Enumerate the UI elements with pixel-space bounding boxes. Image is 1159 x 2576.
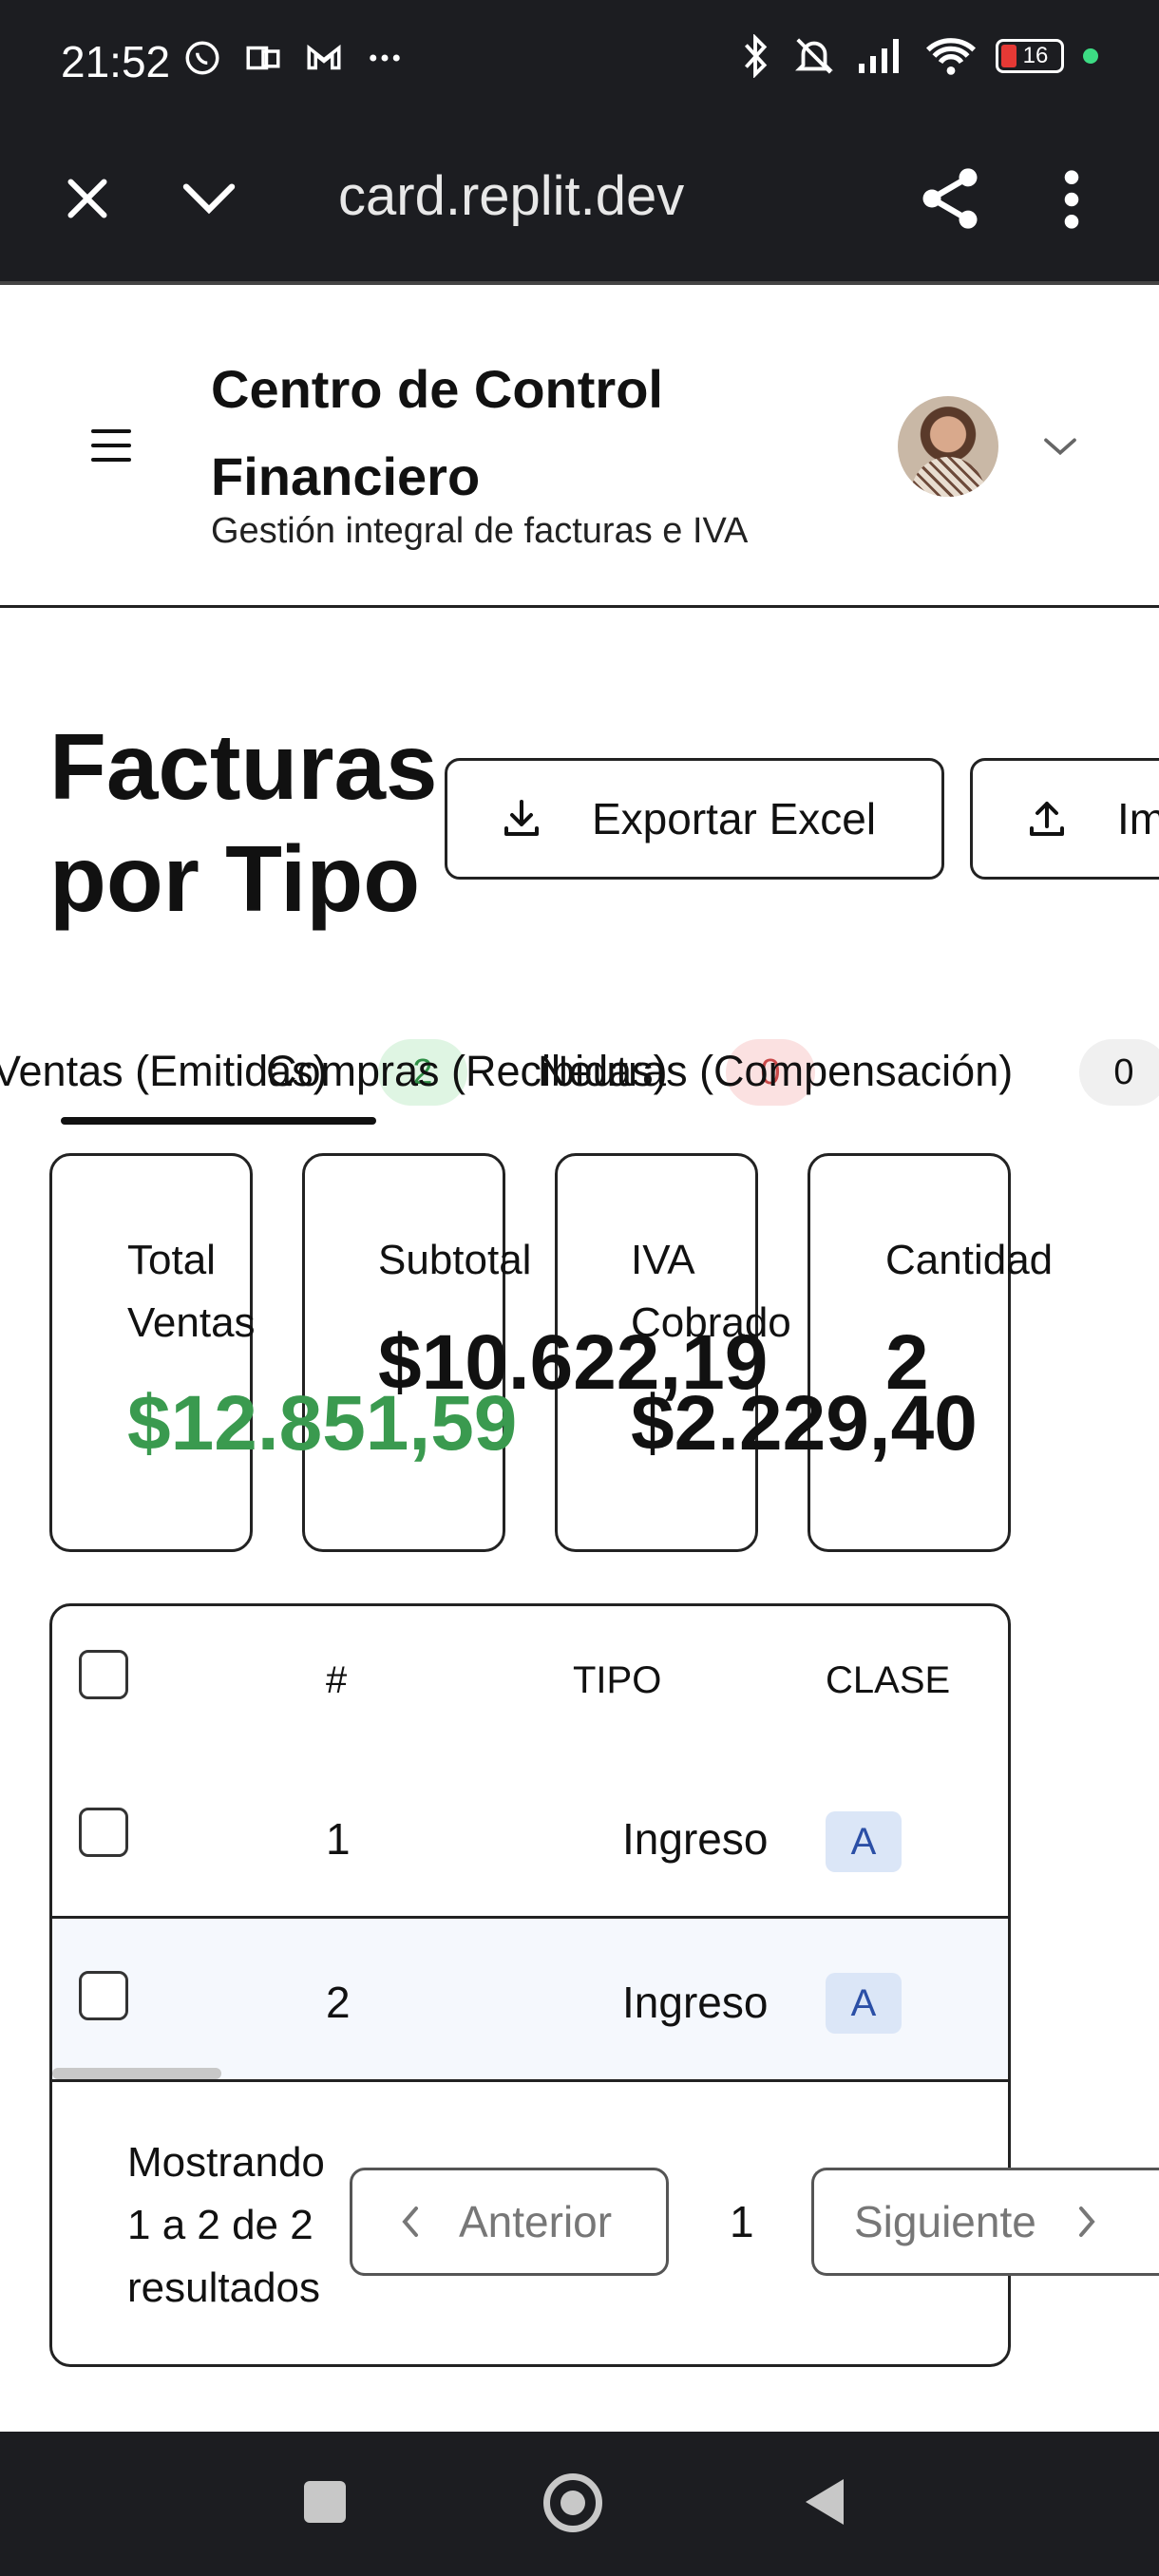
- wifi-icon: [925, 38, 977, 75]
- select-all-checkbox[interactable]: [79, 1650, 128, 1699]
- privacy-indicator-icon: [1083, 48, 1098, 64]
- row-clase-badge: A: [826, 1811, 902, 1872]
- more-notifications-icon: [370, 54, 400, 62]
- row-tipo: Ingreso: [622, 1814, 769, 1864]
- url-text[interactable]: card.replit.dev: [338, 164, 684, 228]
- stat-subtotal-label: Subtotal: [378, 1237, 532, 1283]
- app-header: Centro de Control Financiero Gestión int…: [0, 289, 1159, 608]
- stat-total-label: Total Ventas: [127, 1237, 256, 1346]
- recents-icon[interactable]: [304, 2481, 346, 2523]
- tab-neutras-badge: 0: [1079, 1039, 1159, 1106]
- tab-neutras[interactable]: Neutras (Compensación): [538, 1047, 1013, 1096]
- chevron-right-icon: [1078, 2207, 1095, 2237]
- current-page[interactable]: 1: [730, 2190, 754, 2253]
- row-checkbox[interactable]: [79, 1971, 128, 2020]
- bluetooth-icon: [744, 34, 768, 78]
- silent-icon: [795, 38, 833, 74]
- previous-page-label: Anterior: [459, 2197, 613, 2246]
- page-title: Facturas por Tipo: [49, 714, 438, 931]
- row-tipo: Ingreso: [622, 1978, 769, 2027]
- stat-cantidad-value: 2: [885, 1319, 929, 1406]
- outlook-icon: [246, 46, 280, 70]
- column-header-tipo[interactable]: TIPO: [573, 1659, 661, 1702]
- row-num: 1: [326, 1814, 351, 1864]
- battery-level: 16: [1022, 43, 1049, 68]
- more-vert-icon[interactable]: [1054, 166, 1089, 233]
- battery-icon: 16: [996, 39, 1064, 73]
- horizontal-scrollbar[interactable]: [52, 2068, 221, 2079]
- notification-icons: [182, 38, 405, 78]
- chevron-left-icon: [402, 2207, 418, 2237]
- previous-page-button[interactable]: Anterior: [350, 2168, 669, 2276]
- close-icon[interactable]: [59, 170, 116, 227]
- next-page-button[interactable]: Siguiente: [811, 2168, 1159, 2276]
- menu-icon[interactable]: [91, 429, 131, 462]
- row-num: 2: [326, 1978, 351, 2027]
- gmail-icon: [307, 44, 341, 70]
- column-header-clase[interactable]: CLASE: [826, 1659, 950, 1702]
- chevron-down-icon[interactable]: [179, 174, 239, 225]
- download-icon: [504, 800, 539, 836]
- type-tabs: 2 0 0 Ventas (Emitidas) Compras (Recibid…: [0, 1032, 1159, 1127]
- system-icons: 16: [739, 34, 1098, 78]
- stat-cantidad-label: Cantidad: [885, 1237, 1054, 1283]
- import-button[interactable]: Im: [970, 758, 1159, 880]
- home-icon[interactable]: [543, 2473, 602, 2532]
- avatar[interactable]: [898, 396, 998, 497]
- browser-toolbar: card.replit.dev: [0, 128, 1159, 285]
- column-header-num[interactable]: #: [326, 1659, 347, 1702]
- app-subtitle: Gestión integral de facturas e IVA: [211, 511, 749, 551]
- app-title: Centro de Control Financiero: [211, 359, 663, 506]
- status-time: 21:52: [61, 37, 171, 86]
- active-tab-indicator: [61, 1117, 376, 1125]
- system-navigation-bar: [0, 2432, 1159, 2576]
- import-label: Im: [1117, 794, 1159, 843]
- export-excel-button[interactable]: Exportar Excel: [445, 758, 944, 880]
- next-page-label: Siguiente: [854, 2197, 1036, 2246]
- table-footer-divider: [52, 2079, 1008, 2082]
- row-clase-badge: A: [826, 1973, 902, 2034]
- chevron-down-icon[interactable]: [1041, 433, 1079, 460]
- row-checkbox[interactable]: [79, 1808, 128, 1857]
- export-excel-label: Exportar Excel: [592, 794, 877, 843]
- status-bar: 21:52 16: [0, 0, 1159, 128]
- stat-iva-label: IVA Cobrado: [631, 1237, 791, 1346]
- upload-icon: [1030, 802, 1064, 836]
- whatsapp-icon: [185, 41, 219, 75]
- pagination-summary: Mostrando 1 a 2 de 2 resultados: [127, 2139, 325, 2311]
- signal-icon: [859, 39, 899, 73]
- share-icon[interactable]: [914, 162, 986, 235]
- back-icon[interactable]: [802, 2475, 847, 2529]
